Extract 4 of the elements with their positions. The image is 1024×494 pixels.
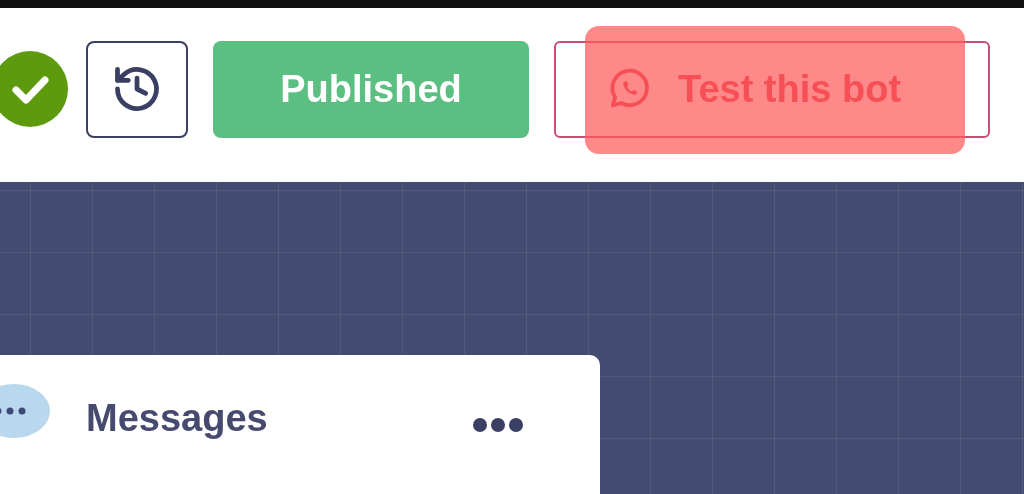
- card-title: Messages: [86, 397, 268, 440]
- more-icon[interactable]: [472, 417, 524, 433]
- messages-card[interactable]: Messages: [0, 355, 600, 494]
- history-button[interactable]: [86, 40, 188, 138]
